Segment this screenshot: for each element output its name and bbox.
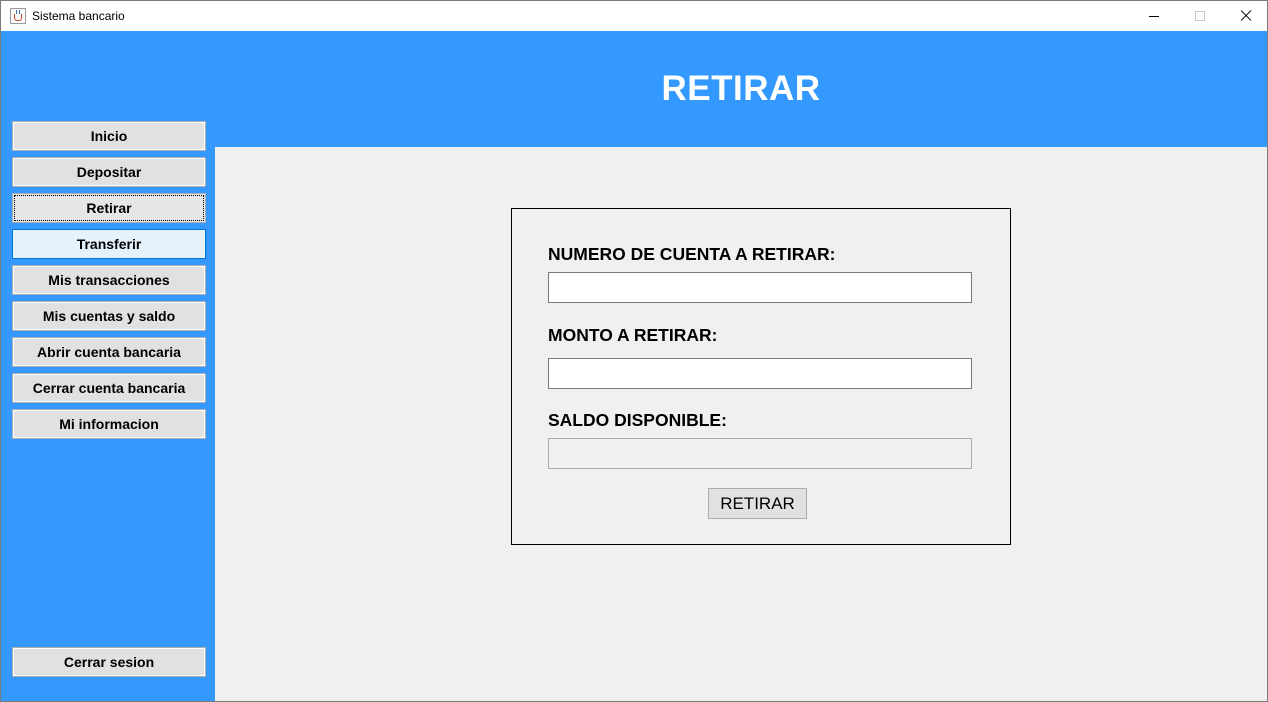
withdraw-form-panel: NUMERO DE CUENTA A RETIRAR: MONTO A RETI… [511,208,1011,545]
title-bar[interactable]: Sistema bancario [1,1,1267,31]
sidebar-item-mi-informacion[interactable]: Mi informacion [12,409,206,439]
maximize-icon [1195,11,1205,21]
app-window: Sistema bancario RETIRAR Inicio Deposita… [0,0,1268,702]
sidebar-item-abrir-cuenta[interactable]: Abrir cuenta bancaria [12,337,206,367]
account-number-label: NUMERO DE CUENTA A RETIRAR: [548,244,836,264]
window-title: Sistema bancario [32,9,125,23]
sidebar-item-depositar[interactable]: Depositar [12,157,206,187]
sidebar-item-cerrar-cuenta[interactable]: Cerrar cuenta bancaria [12,373,206,403]
page-title: RETIRAR [661,69,821,108]
amount-input[interactable] [548,358,972,389]
available-balance-field [548,438,972,469]
available-balance-label: SALDO DISPONIBLE: [548,410,727,430]
minimize-button[interactable] [1131,1,1177,31]
java-cup-icon [10,8,26,24]
sidebar-item-mis-cuentas-y-saldo[interactable]: Mis cuentas y saldo [12,301,206,331]
sidebar-item-retirar[interactable]: Retirar [12,193,206,223]
close-button[interactable] [1223,1,1267,31]
account-number-input[interactable] [548,272,972,303]
maximize-button[interactable] [1177,1,1223,31]
sidebar-item-transferir[interactable]: Transferir [12,229,206,259]
sidebar-item-mis-transacciones[interactable]: Mis transacciones [12,265,206,295]
amount-label: MONTO A RETIRAR: [548,325,718,345]
sidebar-item-inicio[interactable]: Inicio [12,121,206,151]
minimize-icon [1149,16,1159,17]
logout-button[interactable]: Cerrar sesion [12,647,206,677]
withdraw-button[interactable]: RETIRAR [708,488,807,519]
